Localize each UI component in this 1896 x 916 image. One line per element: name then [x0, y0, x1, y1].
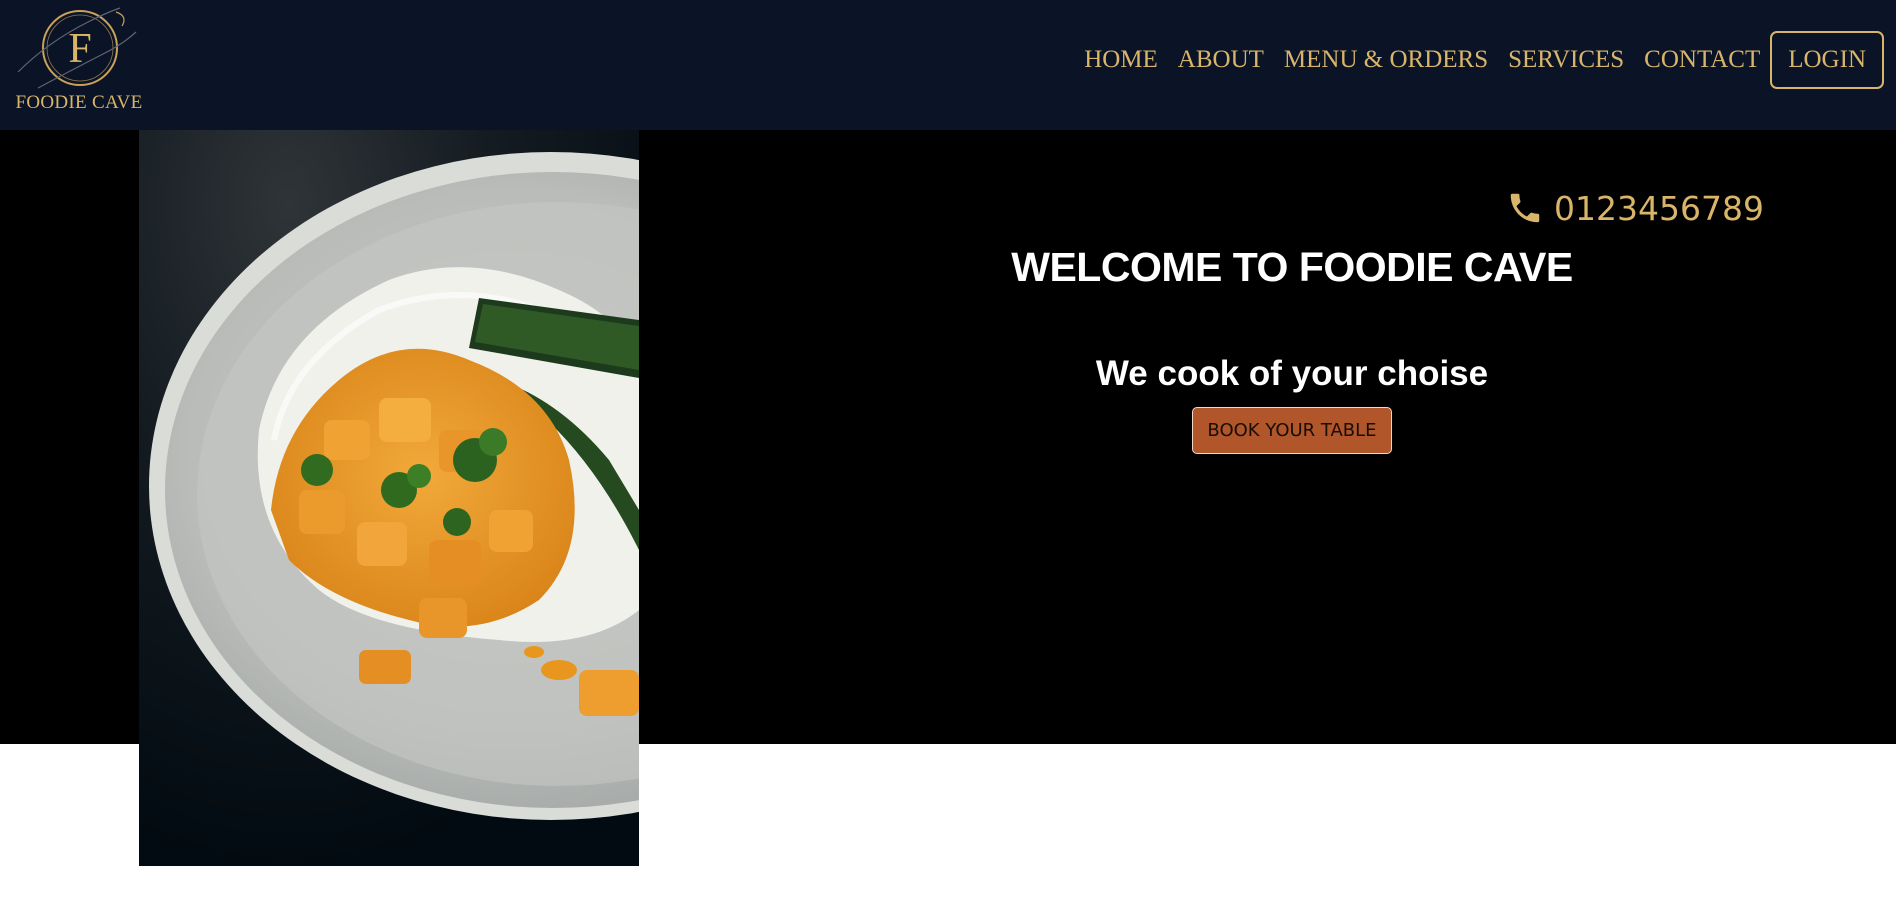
nav-about[interactable]: ABOUT: [1168, 46, 1274, 74]
phone-contact[interactable]: 0123456789: [1506, 186, 1764, 230]
logo[interactable]: F FOODIE CAVE: [8, 2, 144, 120]
nav-services[interactable]: SERVICES: [1498, 46, 1634, 74]
nav-home[interactable]: HOME: [1074, 46, 1168, 74]
tagline: We cook of your choise: [1095, 354, 1489, 393]
food-image: [139, 130, 639, 866]
phone-icon: [1510, 193, 1540, 223]
main-nav: HOME ABOUT MENU & ORDERS SERVICES CONTAC…: [1074, 31, 1884, 89]
book-table-button[interactable]: BOOK YOUR TABLE: [1192, 407, 1392, 454]
welcome-heading: WELCOME TO FOODIE CAVE: [1011, 244, 1573, 290]
nav-contact[interactable]: CONTACT: [1634, 46, 1770, 74]
login-button[interactable]: LOGIN: [1770, 31, 1884, 89]
logo-emblem-icon: F: [17, 7, 137, 89]
nav-menu-orders[interactable]: MENU & ORDERS: [1274, 46, 1498, 74]
logo-letter: F: [68, 26, 91, 72]
navbar: F FOODIE CAVE HOME ABOUT MENU & ORDERS S…: [0, 0, 1896, 130]
phone-number[interactable]: 0123456789: [1554, 189, 1764, 228]
brand-name: FOODIE CAVE: [15, 92, 143, 113]
